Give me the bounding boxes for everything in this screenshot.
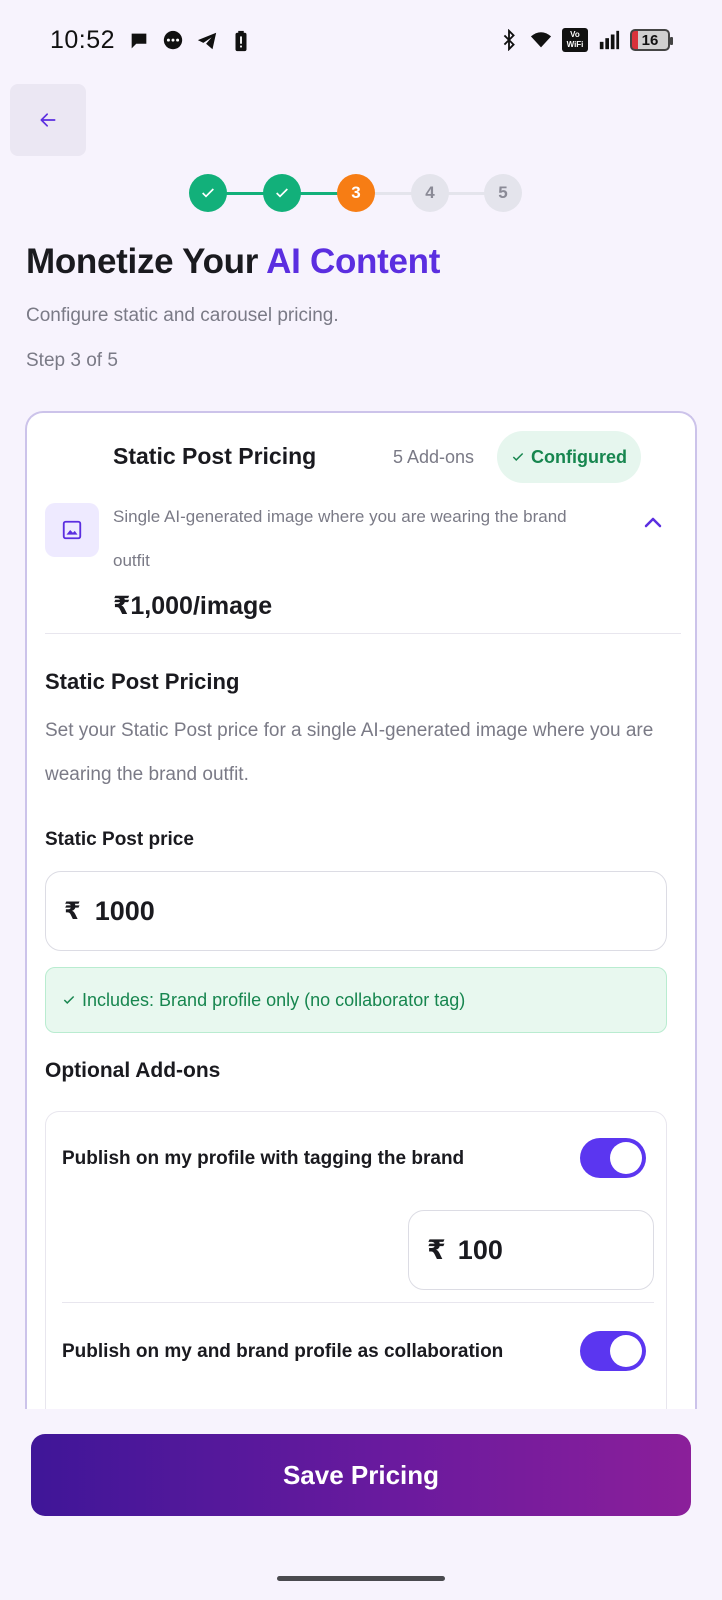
progress-stepper: 3 4 5 (189, 174, 532, 212)
section-description: Set your Static Post price for a single … (45, 720, 654, 785)
check-icon (512, 452, 524, 461)
addon-label: Publish on my and brand profile as colla… (62, 1341, 504, 1362)
addons-count: 5 Add-ons (393, 447, 475, 467)
optional-addons-title: Optional Add-ons (45, 1059, 221, 1082)
battery-level: 16 (641, 31, 659, 49)
vowifi-icon: Vo WiFi (562, 28, 588, 52)
save-pricing-button[interactable]: Save Pricing (31, 1434, 691, 1516)
arrow-left-icon (40, 113, 56, 127)
includes-notice: Includes: Brand profile only (no collabo… (45, 967, 667, 1033)
chevron-up-icon[interactable] (641, 511, 665, 535)
status-bar: 10:52 Vo WiFi 16 (0, 0, 722, 84)
wifi-icon (530, 32, 552, 48)
configured-badge-label: Configured (531, 446, 627, 467)
page-title-accent: AI Content (266, 242, 441, 281)
price-value: 1000 (94, 895, 155, 926)
bluetooth-icon (503, 29, 515, 51)
step-2 (263, 174, 301, 212)
battery-icon: 16 (630, 29, 673, 51)
addon-toggle-collaboration[interactable] (580, 1331, 646, 1371)
page-title: Monetize Your AI Content (26, 242, 440, 282)
page-subtitle: Configure static and carousel pricing. (26, 305, 339, 326)
currency-symbol: ₹ (64, 897, 81, 925)
check-icon (202, 188, 214, 198)
page-title-prefix: Monetize Your (26, 242, 267, 281)
step-1 (189, 174, 227, 212)
section-title: Static Post Pricing (45, 669, 240, 694)
includes-text: Includes: Brand profile only (no collabo… (82, 989, 466, 1010)
card-description: Single AI-generated image where you are … (113, 507, 567, 570)
status-time: 10:52 (50, 26, 116, 54)
static-post-price-label: Static Post price (45, 829, 194, 850)
step-indicator-text: Step 3 of 5 (26, 350, 118, 371)
addon-price-value: 100 (457, 1234, 503, 1265)
chat-bubble-icon (131, 33, 147, 49)
addons-list: Publish on my profile with tagging the b… (45, 1111, 667, 1411)
step-5: 5 (484, 174, 522, 212)
addon-toggle-tag-brand[interactable] (580, 1138, 646, 1178)
addon-label: Publish on my profile with tagging the b… (62, 1148, 465, 1169)
card-title: Static Post Pricing (113, 443, 317, 469)
message-icon (163, 30, 183, 50)
telegram-icon (197, 32, 217, 50)
static-post-pricing-card: Static Post Pricing 5 Add-ons Configured… (25, 411, 697, 1411)
static-post-price-input[interactable]: ₹ 1000 (45, 871, 667, 951)
configured-badge: Configured (497, 431, 641, 483)
back-button[interactable] (10, 84, 86, 156)
step-3: 3 (337, 174, 375, 212)
currency-symbol: ₹ (427, 1234, 446, 1265)
check-icon (63, 995, 75, 1004)
divider (62, 1302, 654, 1303)
addon-price-input[interactable]: ₹ 100 (408, 1210, 654, 1290)
card-price: ₹1,000/image (113, 592, 273, 620)
alert-battery-icon (235, 30, 247, 52)
signal-icon (599, 30, 620, 50)
home-indicator[interactable] (277, 1576, 445, 1581)
step-4: 4 (411, 174, 449, 212)
check-icon (276, 188, 288, 198)
image-icon (45, 503, 99, 557)
divider (45, 633, 681, 634)
